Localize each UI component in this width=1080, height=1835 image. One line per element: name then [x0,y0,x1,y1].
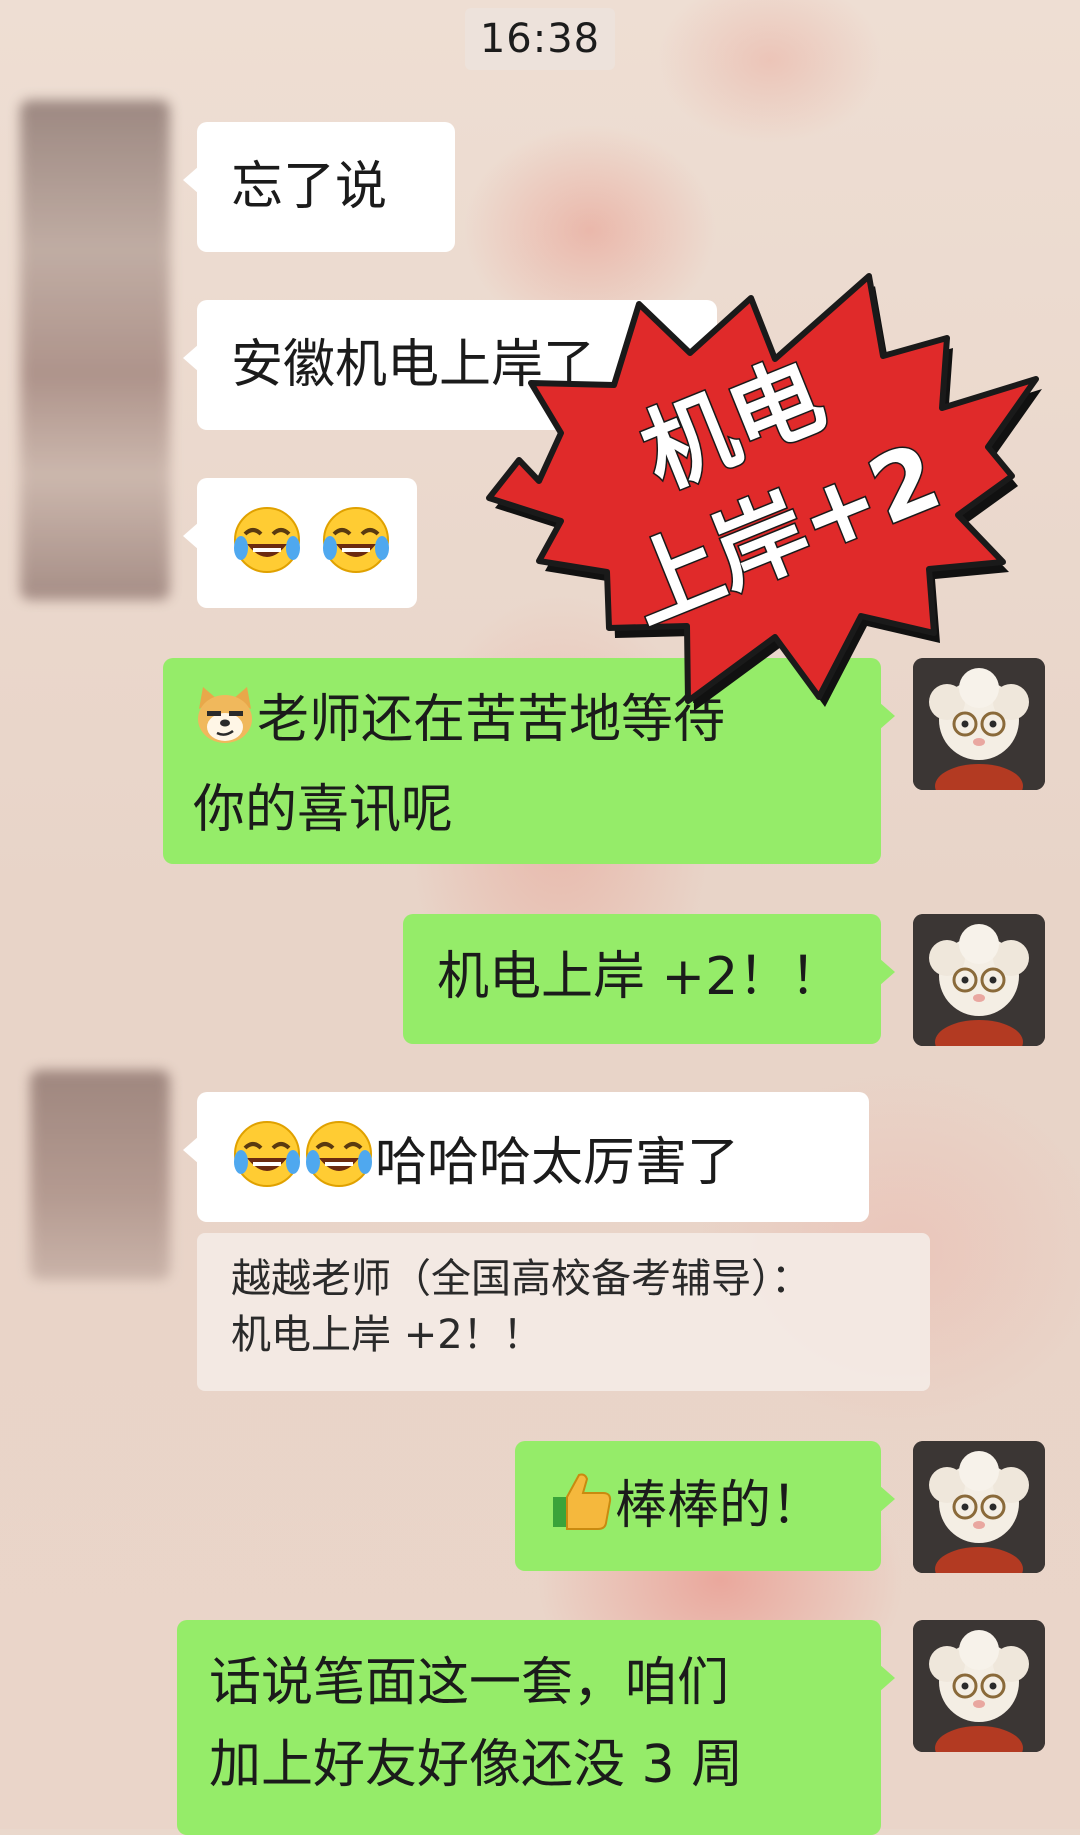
user-avatar[interactable] [913,1620,1045,1752]
user-avatar[interactable] [913,1441,1045,1573]
incoming-message[interactable]: 忘了说 [183,122,455,252]
tears-of-joy-emoji [320,504,392,596]
message-text: 加上好友好像还没 3 周 [209,1735,744,1795]
smirking-doge-emoji [193,683,257,770]
sheep-avatar-icon [913,1441,1045,1573]
outgoing-message[interactable]: 棒棒的！ [515,1441,895,1571]
incoming-message[interactable] [183,478,417,608]
contact-avatar-blurred[interactable] [30,1070,170,1280]
outgoing-message[interactable]: 机电上岸 +2！！ [403,914,895,1044]
quote-line: 越越老师（全国高校备考辅导）： [231,1256,811,1302]
contact-avatar-blurred[interactable] [20,100,170,600]
message-timestamp: 16:38 [465,8,615,70]
incoming-message[interactable]: 哈哈哈太厉害了 [183,1092,869,1222]
thumbs-up-emoji [549,1467,615,1553]
message-text: 话说笔面这一套，咱们 [209,1653,730,1713]
sheep-avatar-icon [913,1620,1045,1752]
sheep-avatar-icon [913,914,1045,1046]
user-avatar[interactable] [913,914,1045,1046]
message-text: 机电上岸 +2！！ [437,947,843,1007]
message-text: 哈哈哈太厉害了 [375,1133,740,1193]
outgoing-message[interactable]: 话说笔面这一套，咱们 加上好友好像还没 3 周 [177,1620,895,1835]
tears-of-joy-emoji [231,1118,303,1210]
message-text: 棒棒的！ [615,1476,824,1536]
quote-line: 机电上岸 +2！！ [231,1312,543,1358]
message-text: 忘了说 [231,157,388,217]
tears-of-joy-emoji [231,504,303,596]
tears-of-joy-emoji [303,1118,375,1210]
quoted-message[interactable]: 越越老师（全国高校备考辅导）： 机电上岸 +2！！ [197,1233,930,1391]
message-text: 你的喜讯呢 [193,780,454,840]
